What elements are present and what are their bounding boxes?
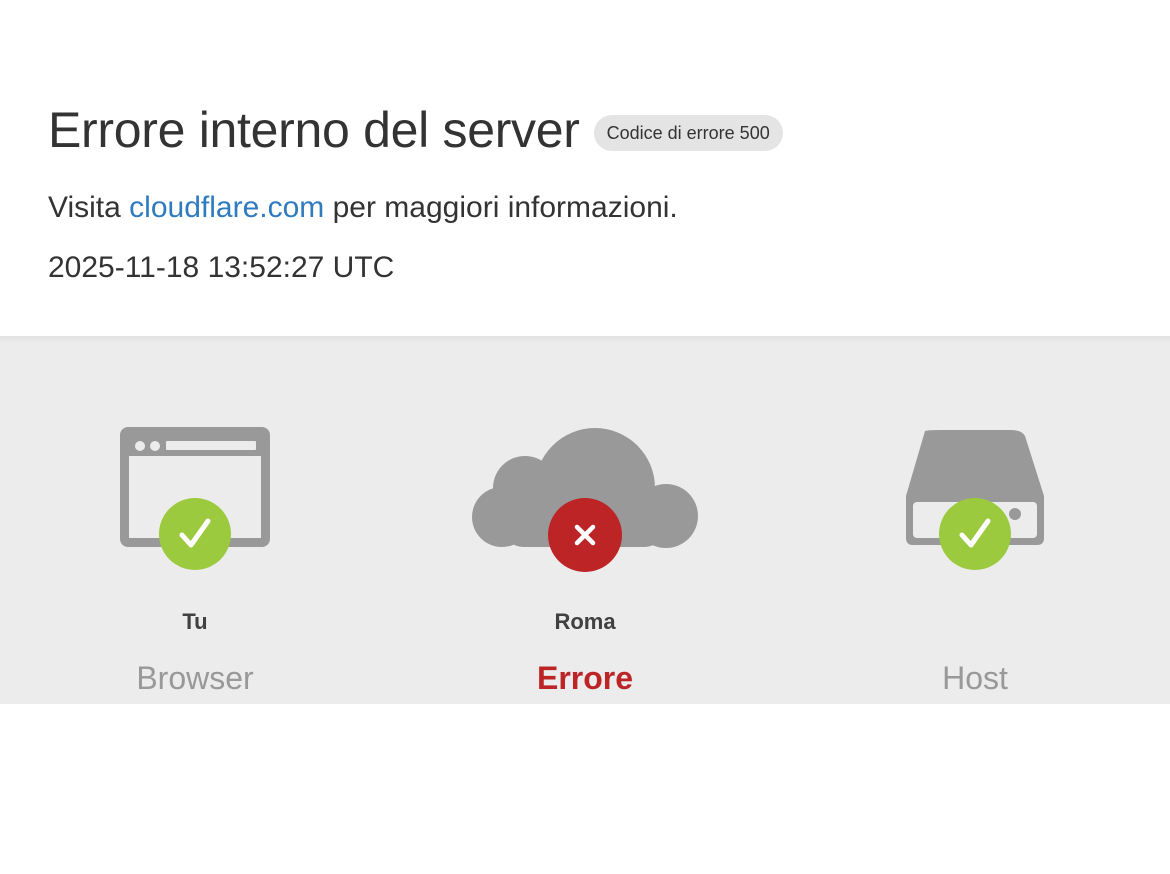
visit-prefix: Visita [48,191,121,224]
checkmark-icon [159,498,231,570]
title-row: Errore interno del server Codice di erro… [48,98,783,162]
node-location-browser: Tu [182,609,208,634]
visit-info-line: Visita cloudflare.com per maggiori infor… [48,188,678,228]
x-mark-icon [548,498,622,572]
checkmark-icon [939,498,1011,570]
node-label-cloudflare: Errore [536,660,634,696]
page-blank-area [0,704,1170,874]
connection-status-band: Tu Browser Roma Errore Host [0,336,1170,704]
node-location-cloudflare: Roma [554,609,616,634]
browser-window-icon [120,427,270,570]
error-timestamp: 2025-11-18 13:52:27 UTC [48,251,395,284]
node-label-host: Host [942,660,1008,696]
cloud-icon [472,428,698,572]
status-node-cloudflare: Roma Errore [390,336,780,704]
status-node-host: Host [780,336,1170,704]
page-title: Errore interno del server [48,102,580,158]
status-node-browser: Tu Browser [0,336,390,704]
error-header: Errore interno del server Codice di erro… [0,0,1170,336]
error-code-badge: Codice di errore 500 [593,115,783,151]
server-drive-icon [906,430,1044,570]
node-label-browser: Browser [136,660,254,696]
visit-suffix: per maggiori informazioni. [332,191,678,224]
cloudflare-link[interactable]: cloudflare.com [129,191,324,224]
